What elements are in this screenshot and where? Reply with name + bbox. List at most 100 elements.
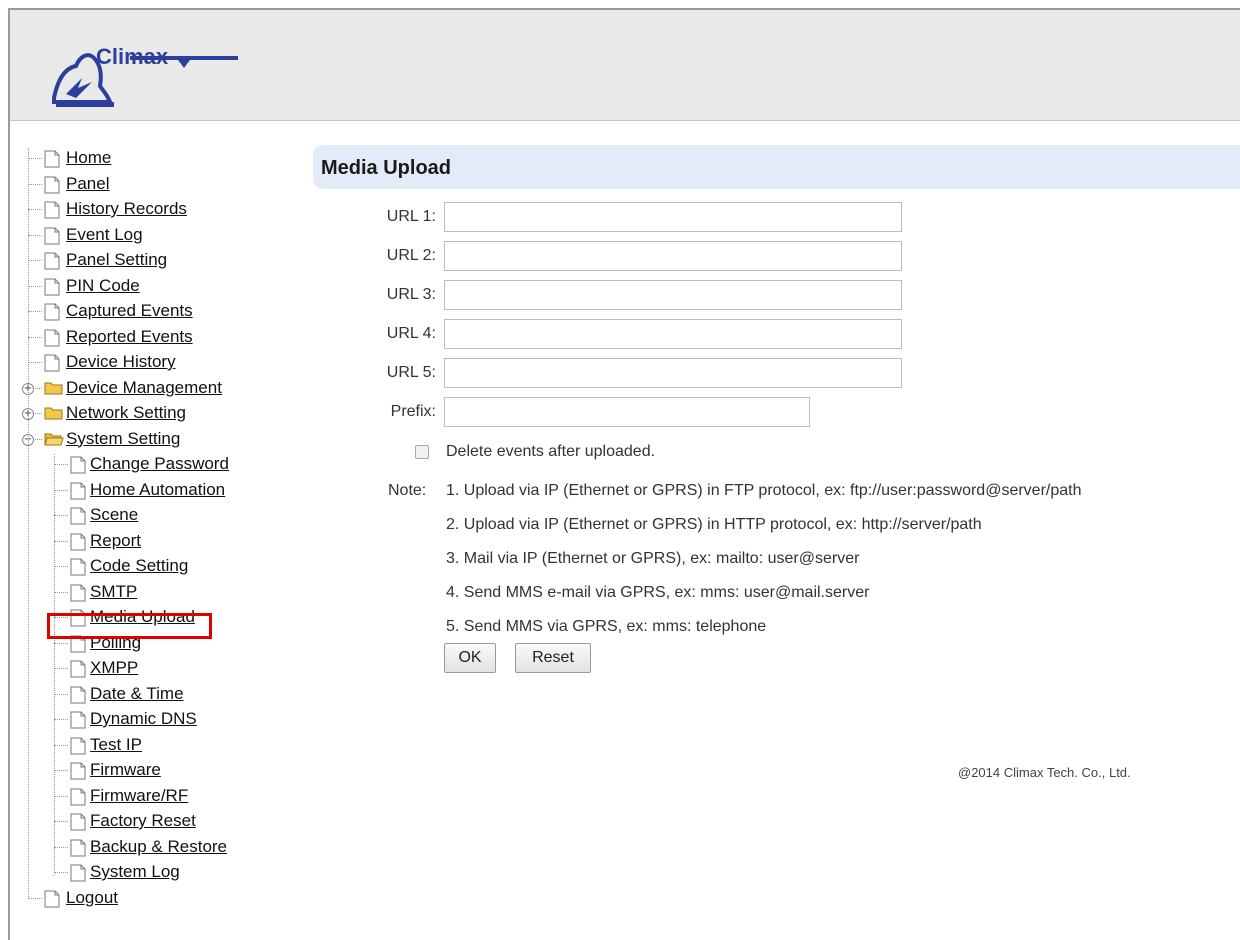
url-4-input[interactable] — [444, 319, 902, 349]
sidebar-item-network-setting[interactable]: + Network Setting — [22, 403, 292, 429]
page-icon — [44, 890, 60, 913]
sidebar-link-captured-events[interactable]: Captured Events — [66, 301, 193, 320]
sidebar-item-date-and-time[interactable]: Date & Time — [22, 684, 292, 710]
note-item: 4. Send MMS e-mail via GPRS, ex: mms: us… — [446, 584, 870, 601]
sidebar-item-history-records[interactable]: History Records — [22, 199, 292, 225]
sidebar-link-date-and-time[interactable]: Date & Time — [90, 684, 184, 703]
sidebar-link-smtp[interactable]: SMTP — [90, 582, 137, 601]
sidebar-item-test-ip[interactable]: Test IP — [22, 735, 292, 761]
sidebar-item-pin-code[interactable]: PIN Code — [22, 276, 292, 302]
sidebar-item-captured-events[interactable]: Captured Events — [22, 301, 292, 327]
sidebar-item-report[interactable]: Report — [22, 531, 292, 557]
note-item: 2. Upload via IP (Ethernet or GPRS) in H… — [446, 516, 982, 533]
sidebar-link-firmware[interactable]: Firmware — [90, 760, 161, 779]
sidebar-link-backup-and-restore[interactable]: Backup & Restore — [90, 837, 227, 856]
note-item: 1. Upload via IP (Ethernet or GPRS) in F… — [446, 482, 1082, 499]
sidebar-item-logout[interactable]: Logout — [22, 888, 292, 914]
sidebar-link-reported-events[interactable]: Reported Events — [66, 327, 193, 346]
sidebar-item-xmpp[interactable]: XMPP — [22, 658, 292, 684]
sidebar-item-home[interactable]: Home — [22, 148, 292, 174]
sidebar-item-code-setting[interactable]: Code Setting — [22, 556, 292, 582]
page-icon — [70, 711, 86, 734]
delete-events-checkbox[interactable] — [415, 445, 429, 459]
selected-item-highlight — [47, 613, 212, 639]
sidebar-item-panel-setting[interactable]: Panel Setting — [22, 250, 292, 276]
sidebar-link-xmpp[interactable]: XMPP — [90, 658, 138, 677]
sidebar-item-scene[interactable]: Scene — [22, 505, 292, 531]
sidebar-link-pin-code[interactable]: PIN Code — [66, 276, 140, 295]
sidebar-link-factory-reset[interactable]: Factory Reset — [90, 811, 196, 830]
sidebar-item-home-automation[interactable]: Home Automation — [22, 480, 292, 506]
sidebar-link-test-ip[interactable]: Test IP — [90, 735, 142, 754]
folder-open-icon — [44, 431, 64, 452]
sidebar-item-dynamic-dns[interactable]: Dynamic DNS — [22, 709, 292, 735]
note-label: Note: — [388, 482, 427, 499]
url-1-label: URL 1: — [386, 208, 436, 225]
page-icon — [44, 354, 60, 377]
url-2-input[interactable] — [444, 241, 902, 271]
tree-connector — [28, 148, 29, 899]
sidebar-item-firmware[interactable]: Firmware — [22, 760, 292, 786]
page-icon — [70, 558, 86, 581]
page-icon — [70, 482, 86, 505]
logo-text: Climax — [96, 44, 169, 69]
sidebar-link-event-log[interactable]: Event Log — [66, 225, 143, 244]
prefix-input[interactable] — [444, 397, 810, 427]
sidebar-link-code-setting[interactable]: Code Setting — [90, 556, 188, 575]
sidebar-link-history-records[interactable]: History Records — [66, 199, 187, 218]
url-5-label: URL 5: — [386, 364, 436, 381]
page-icon — [70, 533, 86, 556]
page-icon — [44, 278, 60, 301]
sidebar-link-change-password[interactable]: Change Password — [90, 454, 229, 473]
sidebar-link-home-automation[interactable]: Home Automation — [90, 480, 225, 499]
page-icon — [44, 329, 60, 352]
sidebar-link-panel[interactable]: Panel — [66, 174, 109, 193]
page-icon — [44, 252, 60, 275]
header: Climax — [10, 10, 1240, 121]
page-icon — [70, 456, 86, 479]
sidebar-link-scene[interactable]: Scene — [90, 505, 138, 524]
sidebar-item-smtp[interactable]: SMTP — [22, 582, 292, 608]
page-icon — [44, 303, 60, 326]
url-2-label: URL 2: — [386, 247, 436, 264]
page-title-bar: Media Upload — [313, 145, 1240, 189]
sidebar-item-factory-reset[interactable]: Factory Reset — [22, 811, 292, 837]
page-title: Media Upload — [321, 157, 452, 179]
sidebar-item-system-setting[interactable]: − System Setting — [22, 429, 292, 455]
sidebar-item-event-log[interactable]: Event Log — [22, 225, 292, 251]
sidebar-item-reported-events[interactable]: Reported Events — [22, 327, 292, 353]
ok-button[interactable]: OK — [444, 643, 496, 673]
page-icon — [44, 176, 60, 199]
sidebar-item-firmware-rf[interactable]: Firmware/RF — [22, 786, 292, 812]
sidebar-item-change-password[interactable]: Change Password — [22, 454, 292, 480]
sidebar-link-dynamic-dns[interactable]: Dynamic DNS — [90, 709, 197, 728]
sidebar-link-device-management[interactable]: Device Management — [66, 378, 222, 397]
tree-connector — [54, 454, 55, 875]
page-icon — [44, 227, 60, 250]
sidebar-link-panel-setting[interactable]: Panel Setting — [66, 250, 167, 269]
url-1-input[interactable] — [444, 202, 902, 232]
sidebar-link-logout[interactable]: Logout — [66, 888, 118, 907]
sidebar-link-device-history[interactable]: Device History — [66, 352, 176, 371]
sidebar-link-network-setting[interactable]: Network Setting — [66, 403, 186, 422]
folder-icon — [44, 405, 64, 426]
sidebar-item-backup-and-restore[interactable]: Backup & Restore — [22, 837, 292, 863]
url-5-input[interactable] — [444, 358, 902, 388]
sidebar-link-report[interactable]: Report — [90, 531, 141, 550]
sidebar-item-system-log[interactable]: System Log — [22, 862, 292, 888]
sidebar-item-device-history[interactable]: Device History — [22, 352, 292, 378]
sidebar-item-panel[interactable]: Panel — [22, 174, 292, 200]
reset-button[interactable]: Reset — [515, 643, 591, 673]
url-4-label: URL 4: — [386, 325, 436, 342]
sidebar-link-system-log[interactable]: System Log — [90, 862, 180, 881]
sidebar-link-firmware-rf[interactable]: Firmware/RF — [90, 786, 188, 805]
sidebar-link-home[interactable]: Home — [66, 148, 111, 167]
page-icon — [70, 507, 86, 530]
url-3-input[interactable] — [444, 280, 902, 310]
sidebar-link-system-setting[interactable]: System Setting — [66, 429, 180, 448]
prefix-label: Prefix: — [390, 403, 436, 420]
page-icon — [70, 686, 86, 709]
page-icon — [70, 813, 86, 836]
sidebar-item-device-management[interactable]: + Device Management — [22, 378, 292, 404]
page-icon — [70, 864, 86, 887]
